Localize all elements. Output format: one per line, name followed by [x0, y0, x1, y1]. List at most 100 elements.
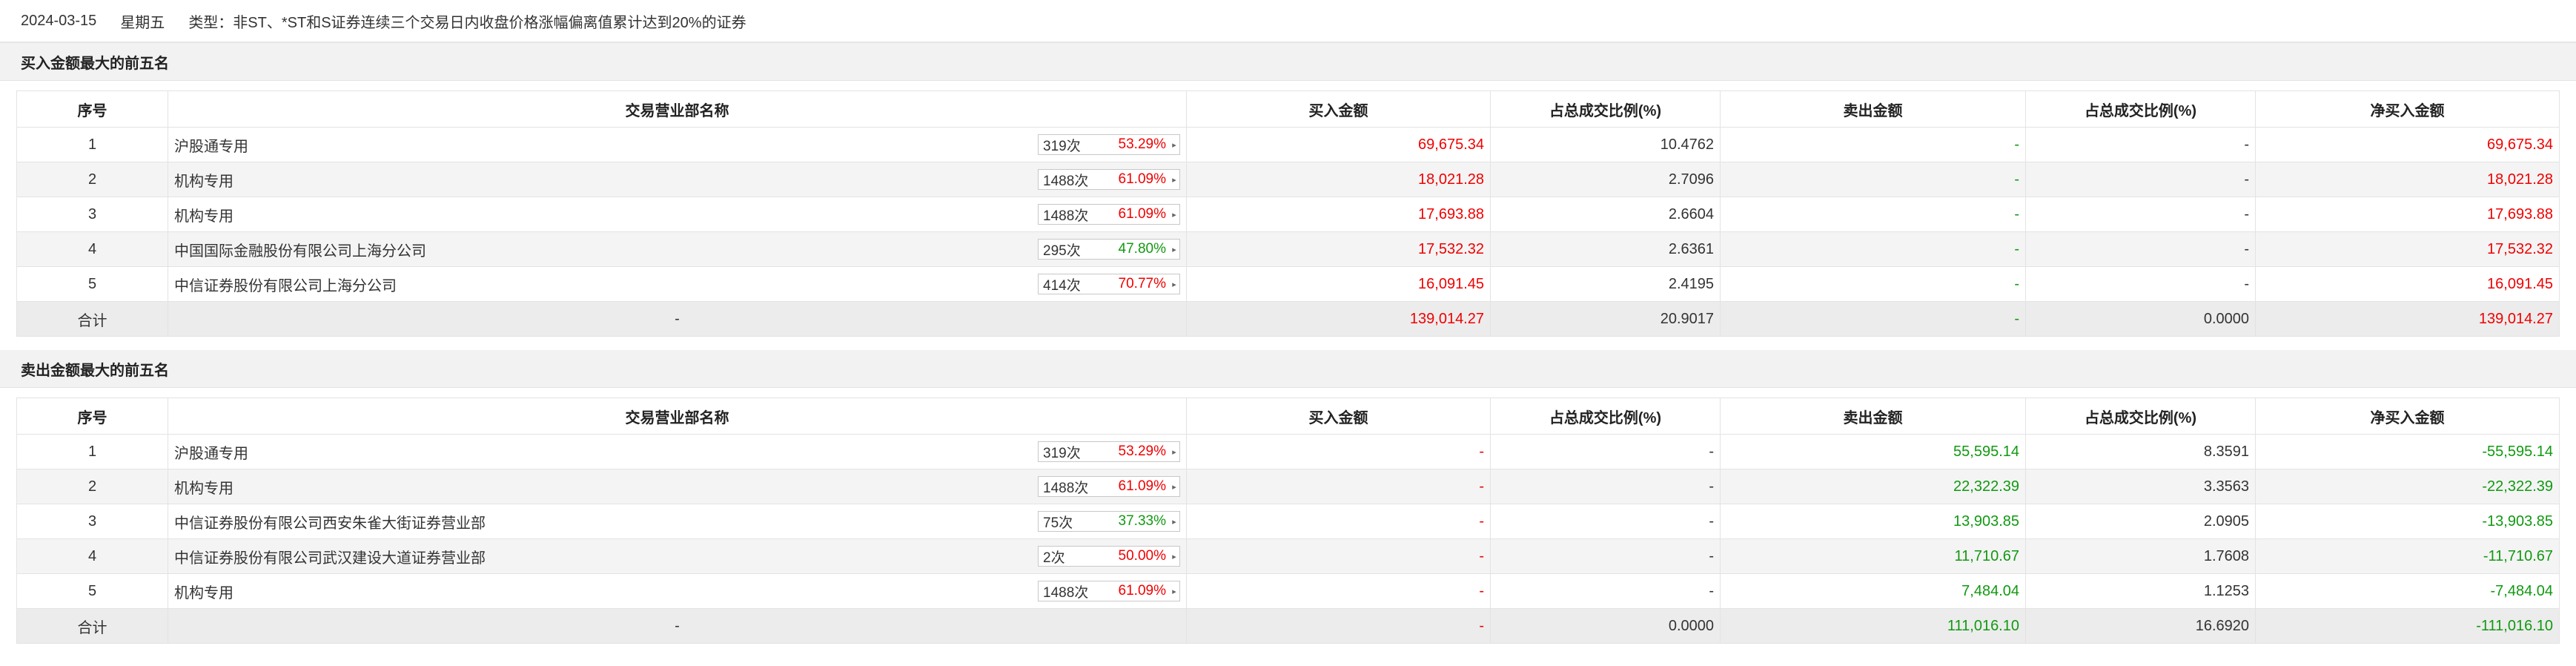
- sell-amount-cell: -: [1720, 231, 2026, 267]
- sell-amount-cell: -: [1720, 162, 2026, 197]
- caret-right-icon: ▸: [1172, 482, 1176, 492]
- dept-stats-dropdown[interactable]: 1488次 61.09% ▸: [1038, 581, 1180, 601]
- dept-win-rate: 61.09%: [1118, 171, 1166, 187]
- col-buy-ratio: 占总成交比例(%): [1490, 398, 1721, 435]
- table-row: 5 机构专用 1488次 61.09% ▸ - -7,484.04 1.1253 -7,484.…: [16, 573, 2560, 609]
- table-row: 2 机构专用 1488次 61.09% ▸ - -22,322.39 3.3563 -22,32…: [16, 469, 2560, 504]
- total-sell-ratio: 0.0000: [2025, 301, 2256, 337]
- buy-amount-cell: -: [1186, 469, 1491, 504]
- buy-amount-cell: 16,091.45: [1186, 266, 1491, 302]
- seq-cell: 1: [16, 434, 168, 469]
- dept-win-rate: 61.09%: [1118, 478, 1166, 494]
- dept-stats-dropdown[interactable]: 295次 47.80% ▸: [1038, 239, 1180, 260]
- dept-cell: 沪股通专用 319次 53.29% ▸: [168, 127, 1187, 162]
- buy-ratio-cell: -: [1490, 504, 1721, 539]
- dept-win-rate: 61.09%: [1118, 206, 1166, 222]
- buy-amount-cell: -: [1186, 434, 1491, 469]
- buy-amount-cell: 18,021.28: [1186, 162, 1491, 197]
- table-row: 2 机构专用 1488次 61.09% ▸ 18,021.28 2.7096- -18,021…: [16, 162, 2560, 197]
- trade-weekday: 星期五: [120, 14, 165, 31]
- dept-stats-dropdown[interactable]: 1488次 61.09% ▸: [1038, 204, 1180, 225]
- sell-amount-cell: 22,322.39: [1720, 469, 2026, 504]
- dept-name: 机构专用: [174, 173, 234, 190]
- dept-name: 中信证券股份有限公司武汉建设大道证券营业部: [174, 550, 486, 567]
- sell-ratio-cell: 1.1253: [2025, 573, 2256, 609]
- dept-name: 机构专用: [174, 584, 234, 601]
- sell-ratio-cell: -: [2025, 231, 2256, 267]
- net-buy-cell: -11,710.67: [2255, 538, 2560, 574]
- net-buy-cell: 17,532.32: [2255, 231, 2560, 267]
- sell-top-table-wrap: 序号 交易营业部名称 买入金额 占总成交比例(%) 卖出金额 占总成交比例(%)…: [0, 388, 2576, 657]
- sell-top-section-title: 卖出金额最大的前五名: [0, 350, 2576, 388]
- dept-stats-dropdown[interactable]: 414次 70.77% ▸: [1038, 274, 1180, 294]
- dept-cell: 机构专用 1488次 61.09% ▸: [168, 469, 1187, 504]
- dept-stats-dropdown[interactable]: 319次 53.29% ▸: [1038, 441, 1180, 462]
- col-seq: 序号: [16, 90, 168, 128]
- buy-amount-cell: -: [1186, 504, 1491, 539]
- dept-stats-dropdown[interactable]: 2次 50.00% ▸: [1038, 546, 1180, 567]
- sell-amount-cell: 7,484.04: [1720, 573, 2026, 609]
- total-dept-cell: -: [168, 301, 1187, 337]
- buy-ratio-cell: -: [1490, 573, 1721, 609]
- dept-times: 1488次: [1043, 173, 1089, 189]
- buy-amount-cell: -: [1186, 538, 1491, 574]
- trade-date: 2024-03-15: [21, 12, 97, 29]
- dept-cell: 中信证券股份有限公司武汉建设大道证券营业部 2次 50.00% ▸: [168, 538, 1187, 574]
- col-buy-ratio: 占总成交比例(%): [1490, 90, 1721, 128]
- buy-top-table-wrap: 序号 交易营业部名称 买入金额 占总成交比例(%) 卖出金额 占总成交比例(%)…: [0, 81, 2576, 350]
- buy-amount-cell: -: [1186, 573, 1491, 609]
- buy-amount-cell: 17,532.32: [1186, 231, 1491, 267]
- dept-stats-dropdown[interactable]: 1488次 61.09% ▸: [1038, 476, 1180, 497]
- dept-name: 中信证券股份有限公司上海分公司: [174, 277, 397, 294]
- caret-right-icon: ▸: [1172, 517, 1176, 527]
- dept-times: 1488次: [1043, 480, 1089, 496]
- dept-times: 319次: [1043, 445, 1081, 461]
- buy-ratio-cell: 2.6361: [1490, 231, 1721, 267]
- total-sell-amount: 111,016.10: [1720, 608, 2026, 644]
- dept-name: 中国国际金融股份有限公司上海分公司: [174, 243, 426, 260]
- dept-times: 319次: [1043, 138, 1081, 154]
- col-sell-ratio: 占总成交比例(%): [2025, 398, 2256, 435]
- dept-times: 2次: [1043, 550, 1065, 566]
- seq-cell: 1: [16, 127, 168, 162]
- dept-times: 295次: [1043, 243, 1081, 259]
- sell-amount-cell: -: [1720, 197, 2026, 232]
- table-row: 3 机构专用 1488次 61.09% ▸ 17,693.88 2.6604- -17,693…: [16, 197, 2560, 232]
- buy-amount-cell: 17,693.88: [1186, 197, 1491, 232]
- buy-amount-cell: 69,675.34: [1186, 127, 1491, 162]
- dept-times: 1488次: [1043, 584, 1089, 601]
- dept-cell: 机构专用 1488次 61.09% ▸: [168, 162, 1187, 197]
- dept-times: 1488次: [1043, 208, 1089, 224]
- buy-ratio-cell: 2.4195: [1490, 266, 1721, 302]
- seq-cell: 2: [16, 469, 168, 504]
- total-label: 合计: [16, 301, 168, 337]
- dept-stats-dropdown[interactable]: 75次 37.33% ▸: [1038, 511, 1180, 532]
- col-net-buy: 净买入金额: [2255, 90, 2560, 128]
- buy-ratio-cell: -: [1490, 434, 1721, 469]
- dept-times: 75次: [1043, 515, 1073, 531]
- sell-amount-cell: 13,903.85: [1720, 504, 2026, 539]
- dept-stats-dropdown[interactable]: 1488次 61.09% ▸: [1038, 169, 1180, 190]
- dept-stats-dropdown[interactable]: 319次 53.29% ▸: [1038, 134, 1180, 155]
- seq-cell: 2: [16, 162, 168, 197]
- caret-right-icon: ▸: [1172, 140, 1176, 150]
- caret-right-icon: ▸: [1172, 280, 1176, 289]
- net-buy-cell: 17,693.88: [2255, 197, 2560, 232]
- net-buy-cell: -7,484.04: [2255, 573, 2560, 609]
- total-net-buy: -111,016.10: [2255, 608, 2560, 644]
- dept-name: 机构专用: [174, 208, 234, 225]
- dept-win-rate: 47.80%: [1118, 241, 1166, 257]
- seq-cell: 3: [16, 197, 168, 232]
- table-row: 5 中信证券股份有限公司上海分公司 414次 70.77% ▸ 16,091.45 2.41…: [16, 266, 2560, 302]
- caret-right-icon: ▸: [1172, 210, 1176, 220]
- total-buy-amount: -: [1186, 608, 1491, 644]
- sell-amount-cell: 11,710.67: [1720, 538, 2026, 574]
- sell-amount-cell: -: [1720, 266, 2026, 302]
- dept-cell: 中国国际金融股份有限公司上海分公司 295次 47.80% ▸: [168, 231, 1187, 267]
- caret-right-icon: ▸: [1172, 175, 1176, 185]
- listing-type-label: 类型：非ST、*ST和S证券连续三个交易日内收盘价格涨幅偏离值累计达到20%的证…: [188, 14, 746, 31]
- total-label: 合计: [16, 608, 168, 644]
- buy-ratio-cell: 2.6604: [1490, 197, 1721, 232]
- buy-ratio-cell: 2.7096: [1490, 162, 1721, 197]
- caret-right-icon: ▸: [1172, 447, 1176, 457]
